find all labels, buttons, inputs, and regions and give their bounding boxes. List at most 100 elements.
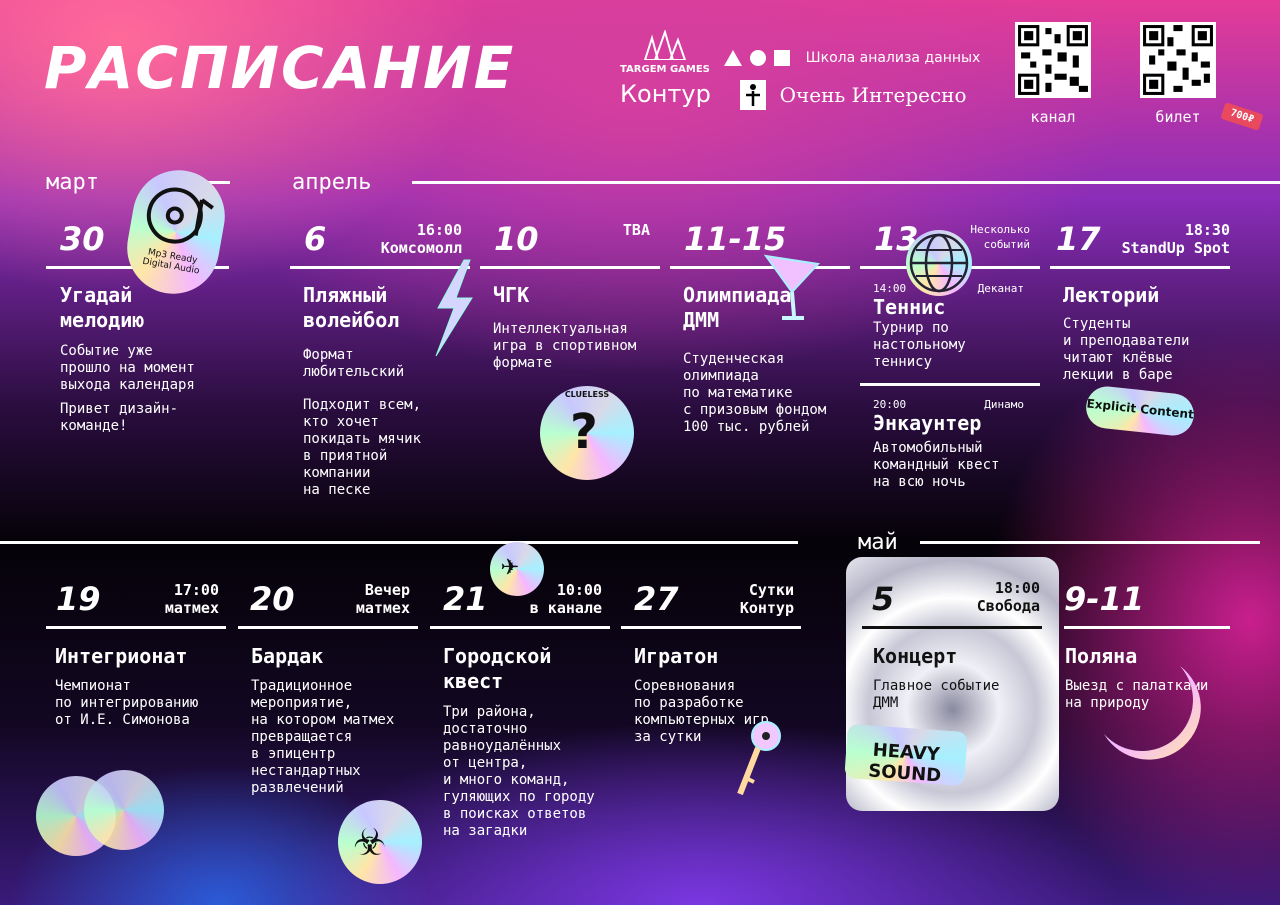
- kontur-logo: Контур: [620, 80, 711, 108]
- interesno-label: Очень Интересно: [779, 83, 967, 107]
- divider: [238, 626, 418, 629]
- event-meta: 10:00 в канале: [529, 581, 602, 617]
- sub-event-place: Деканат: [977, 282, 1024, 295]
- divider: [920, 541, 1260, 544]
- event-desc: Привет дизайн- команде!: [60, 401, 179, 434]
- airplane-sticker: ✈: [490, 542, 544, 596]
- event-meta: ТВА: [622, 221, 650, 239]
- event-title: Угадай мелодию: [60, 283, 145, 332]
- divider: [621, 626, 801, 629]
- event-title: ЧГК: [493, 283, 530, 307]
- globe-icon: [909, 233, 969, 293]
- event-desc: Подходит всем, кто хочет покидать мячик …: [303, 397, 422, 498]
- event-desc: Традиционное мероприятие, на котором мат…: [251, 678, 395, 796]
- divider: [0, 541, 798, 544]
- heavy-sound-sticker: HEAVY SOUND: [844, 723, 968, 787]
- divider: [412, 181, 1280, 184]
- event-day: 9-11: [1064, 580, 1145, 618]
- event-day: 5: [872, 580, 895, 618]
- divider: [670, 266, 850, 269]
- divider: [1050, 266, 1230, 269]
- event-title: Интегрионат: [55, 644, 188, 668]
- month-april: апрель: [292, 170, 372, 195]
- shad-label: Школа анализа данных: [805, 49, 981, 66]
- biohazard-sticker: ☣: [338, 800, 422, 884]
- event-title: Энкаунтер: [873, 411, 982, 435]
- mp3-sticker: Mp3 Ready Digital Audio: [119, 162, 233, 302]
- event-day: 10: [494, 220, 539, 258]
- event-day: 30: [60, 220, 105, 258]
- event-title: Городской квест: [443, 644, 552, 693]
- event-meta: 16:00 Комсомолл: [380, 221, 462, 257]
- crystal-icon: [643, 30, 687, 60]
- shad-logo: Школа анализа данных: [722, 47, 980, 67]
- interesno-logo: Очень Интересно: [740, 80, 967, 110]
- event-title: Лекторий: [1063, 283, 1160, 307]
- question-mark-icon: ?: [570, 404, 598, 460]
- qr-code-icon[interactable]: [1140, 22, 1216, 98]
- event-title: Бардак: [251, 644, 324, 668]
- moon-icon: [1104, 666, 1201, 760]
- clueless-sticker: ? CLUELESS: [540, 386, 634, 480]
- event-day: 27: [634, 580, 679, 618]
- heavy-sound-label: HEAVY SOUND: [867, 739, 942, 787]
- event-desc: Интеллектуальная игра в спортивном форма…: [493, 321, 637, 371]
- event-meta: Несколько событий: [970, 223, 1030, 251]
- event-meta: 18:30 StandUp Spot: [1121, 221, 1230, 257]
- key-icon: [737, 721, 781, 796]
- circles-sticker: [84, 770, 164, 850]
- event-desc: Чемпионат по интегрированию от И.Е. Симо…: [55, 678, 199, 728]
- globe-sticker: [906, 230, 972, 296]
- clueless-label: CLUELESS: [564, 390, 610, 399]
- qr-channel[interactable]: канал: [1015, 22, 1098, 126]
- airplane-icon: ✈: [501, 548, 520, 583]
- month-may: май: [858, 530, 898, 555]
- lightning-icon: [435, 259, 473, 357]
- event-day: 21: [443, 580, 488, 618]
- event-title: Пляжный волейбол: [303, 283, 400, 332]
- cocktail-glass-icon: [763, 254, 821, 320]
- event-day: 19: [56, 580, 101, 618]
- sub-event-time: 14:00: [873, 282, 907, 295]
- divider: [862, 626, 1042, 629]
- event-desc: Студенты и преподаватели читают клёвые л…: [1063, 316, 1190, 383]
- divider: [860, 383, 1040, 386]
- sub-event-time: 20:00: [873, 398, 907, 411]
- event-meta: 17:00 матмех: [164, 581, 219, 617]
- person-icon: [740, 80, 766, 110]
- divider: [46, 626, 226, 629]
- page-title: РАСПИСАНИЕ: [44, 34, 516, 102]
- event-title: Теннис: [873, 295, 946, 319]
- triangle-circle-square-icon: [724, 49, 790, 66]
- event-desc: Формат любительский: [303, 347, 405, 380]
- event-meta: Сутки Контур: [739, 581, 794, 617]
- month-march: март: [46, 170, 99, 195]
- event-title: Концерт: [873, 644, 958, 668]
- event-desc: Событие уже прошло на момент выхода кале…: [60, 343, 195, 393]
- event-day: 6: [304, 220, 327, 258]
- targem-logo: TARGEM GAMES: [620, 30, 710, 76]
- explicit-content-label: Explicit Content: [1085, 396, 1195, 422]
- qr-ticket-label: билет: [1155, 108, 1201, 126]
- event-day: 20: [250, 580, 295, 618]
- event-meta: Вечер матмех: [355, 581, 410, 617]
- qr-channel-label: канал: [1030, 108, 1076, 126]
- divider: [430, 626, 610, 629]
- ticket-price-badge: 700₽: [1220, 102, 1264, 131]
- event-title: Игратон: [634, 644, 719, 668]
- sub-event-place: Динамо: [984, 398, 1024, 411]
- event-desc: Студенческая олимпиада по математике с п…: [683, 351, 827, 435]
- event-meta: 18:00 Свобода: [976, 579, 1040, 615]
- event-desc: Турнир по настольному теннису: [873, 320, 966, 370]
- targem-label: TARGEM GAMES: [620, 64, 710, 75]
- event-day: 17: [1056, 220, 1101, 258]
- event-desc: Три района, достаточно равноудалённых от…: [443, 704, 595, 839]
- explicit-content-sticker: Explicit Content: [1084, 384, 1196, 438]
- qr-code-icon[interactable]: [1015, 22, 1091, 98]
- divider: [480, 266, 660, 269]
- divider: [1064, 626, 1230, 629]
- event-desc: Автомобильный командный квест на всю ноч…: [873, 440, 1000, 490]
- qr-ticket[interactable]: билет: [1140, 22, 1223, 126]
- biohazard-icon: ☣: [354, 808, 386, 868]
- event-desc: Главное событие ДММ: [873, 678, 1000, 711]
